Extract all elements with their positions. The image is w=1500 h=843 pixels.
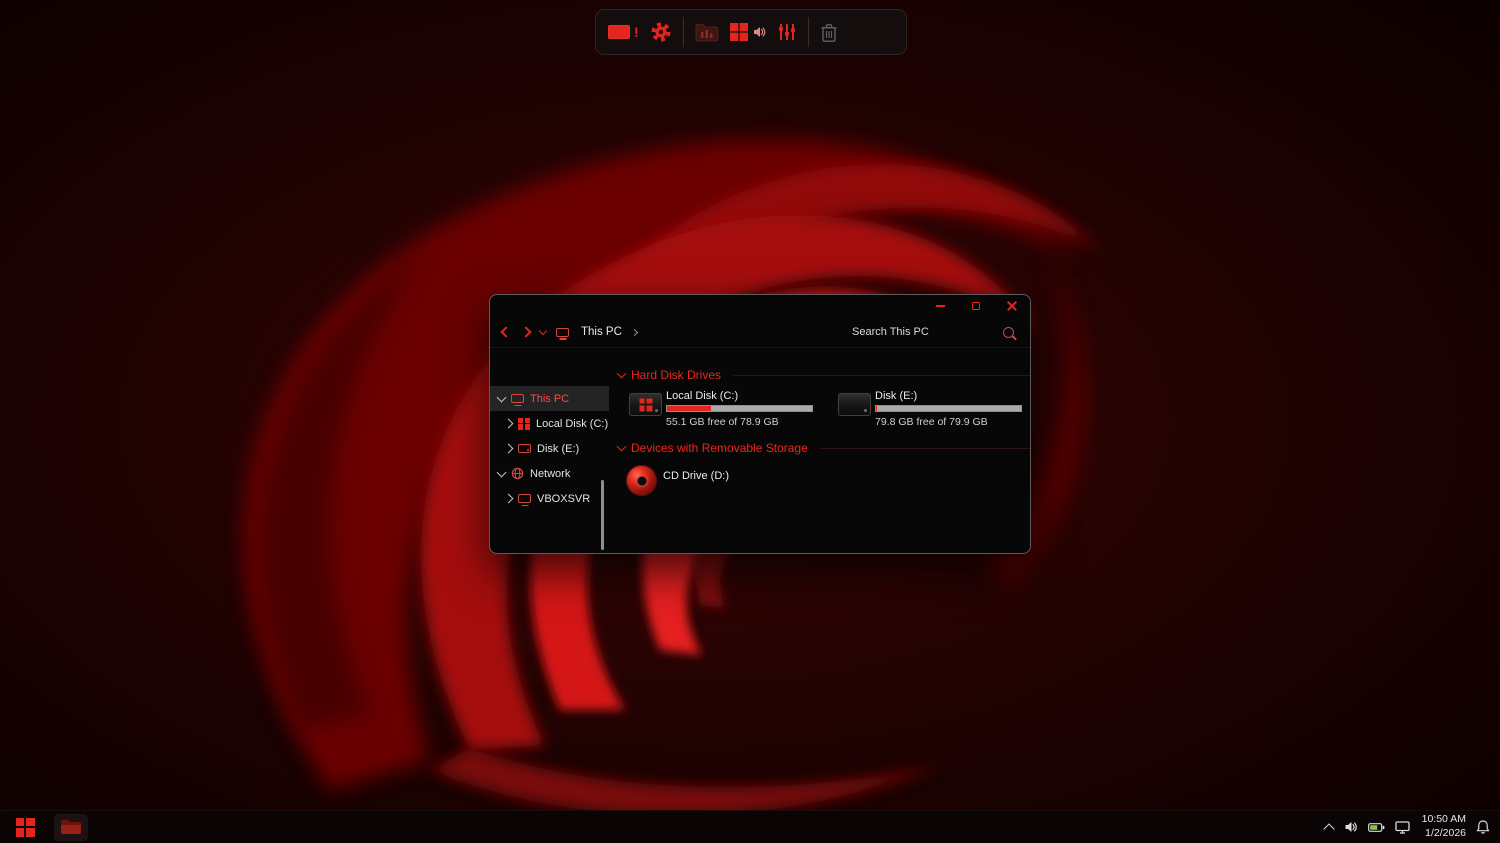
network-display-icon[interactable] [1395,821,1410,834]
hard-drive-icon [838,393,871,416]
equalizer-icon [777,22,797,42]
drive-name: CD Drive (D:) [663,470,729,496]
recycle-bin-icon [820,22,838,43]
drive-free-space: 55.1 GB free of 78.9 GB [666,416,813,428]
back-button[interactable] [500,326,511,337]
alert-glyph: ! [634,24,639,40]
windows-flag-icon [730,23,748,41]
toolbar-divider [683,17,684,47]
chevron-right-icon[interactable] [504,419,514,429]
maximize-button[interactable] [958,296,994,316]
network-globe-icon [511,467,524,480]
minimize-icon [936,305,945,307]
monitor-icon [518,494,531,503]
monitor-icon [511,394,524,403]
sidebar-item-network[interactable]: Network [490,461,609,486]
clock[interactable]: 10:50 AM 1/2/2026 [1422,813,1466,840]
file-explorer-icon [60,819,82,836]
recent-locations-dropdown[interactable] [539,326,547,334]
drive-item-e[interactable]: Disk (E:) 79.8 GB free of 79.9 GB [838,390,1031,428]
hard-drive-windows-icon [629,393,662,416]
section-header-removable-storage[interactable]: Devices with Removable Storage [618,441,1031,455]
section-divider [733,375,1031,376]
section-header-hard-disk-drives[interactable]: Hard Disk Drives [618,368,1031,382]
section-title: Hard Disk Drives [631,368,721,382]
sidebar-item-this-pc[interactable]: This PC [490,386,609,411]
sidebar-item-label: Disk (E:) [537,443,579,455]
title-bar[interactable] [490,295,1030,317]
sidebar-item-label: Local Disk (C:) [536,418,608,430]
drive-name: Local Disk (C:) [666,390,813,402]
cd-drive-item[interactable]: CD Drive (D:) [626,465,1031,496]
clock-time: 10:50 AM [1422,813,1466,827]
folder-stats-icon [695,23,719,42]
clock-date: 1/2/2026 [1422,827,1466,841]
settings-button[interactable] [650,21,672,43]
capacity-bar [666,405,813,412]
windows-start-icon [16,818,35,837]
recycle-bin-button[interactable] [820,22,838,43]
drive-icon [518,444,531,453]
hidden-icons-chevron-icon[interactable] [1323,823,1334,834]
volume-icon[interactable] [1343,820,1358,834]
cd-drive-icon [626,465,657,496]
this-pc-icon [556,328,569,337]
close-icon [1007,301,1017,311]
drive-free-space: 79.8 GB free of 79.9 GB [875,416,1022,428]
chevron-down-icon[interactable] [497,468,507,478]
folder-stats-button[interactable] [695,23,719,42]
maximize-icon [972,302,980,310]
navigation-bar: This PC Search This PC [490,317,1030,348]
desktop: ! [0,0,1500,843]
close-button[interactable] [994,296,1030,316]
sidebar-scrollbar[interactable] [601,480,604,550]
notification-bell-icon[interactable] [1476,819,1490,835]
toolbar-divider [808,17,809,47]
display-button[interactable]: ! [608,24,639,40]
chevron-right-icon[interactable] [504,494,514,504]
sidebar-item-label: Network [530,468,570,480]
sidebar-item-label: VBOXSVR [537,493,590,505]
sidebar-item-local-disk-c[interactable]: Local Disk (C:) [490,411,609,436]
windows-drive-icon [518,418,530,430]
sidebar-item-vboxsvr[interactable]: VBOXSVR [490,486,609,511]
drive-list: Local Disk (C:) 55.1 GB free of 78.9 GB … [618,390,1031,428]
breadcrumb-chevron-icon[interactable] [631,328,638,335]
window-body: This PC Local Disk (C:) Disk (E:) [490,348,1030,553]
sidebar-item-label: This PC [530,393,569,405]
navigation-pane: This PC Local Disk (C:) Disk (E:) [490,348,609,553]
chevron-down-icon [617,369,627,379]
system-tray: 10:50 AM 1/2/2026 [1325,813,1490,840]
search-icon[interactable] [1003,327,1014,338]
file-explorer-window: This PC Search This PC This PC Local Dis… [489,294,1031,554]
capacity-bar-fill [876,406,877,411]
drive-item-c[interactable]: Local Disk (C:) 55.1 GB free of 78.9 GB [629,390,827,428]
search-input[interactable]: Search This PC [852,326,929,338]
start-button[interactable] [10,814,40,841]
capacity-bar-fill [667,406,711,411]
taskbar: 10:50 AM 1/2/2026 [0,810,1500,843]
display-icon [608,25,630,39]
drive-name: Disk (E:) [875,390,1022,402]
section-title: Devices with Removable Storage [631,441,808,455]
equalizer-button[interactable] [777,22,797,42]
chevron-right-icon[interactable] [504,444,514,454]
chevron-down-icon [617,442,627,452]
content-pane: Hard Disk Drives Local Disk (C:) [609,348,1031,553]
minimize-button[interactable] [922,296,958,316]
windows-audio-button[interactable] [730,23,766,41]
taskbar-file-explorer-button[interactable] [54,814,88,841]
chevron-down-icon[interactable] [497,393,507,403]
sidebar-item-disk-e[interactable]: Disk (E:) [490,436,609,461]
breadcrumb[interactable]: This PC [581,326,622,338]
capacity-bar [875,405,1022,412]
forward-button[interactable] [520,326,531,337]
battery-icon[interactable] [1368,822,1385,833]
settings-gear-icon [650,21,672,43]
top-toolbar: ! [595,9,907,55]
section-divider [820,448,1031,449]
volume-icon [752,25,766,39]
search-box[interactable]: Search This PC [852,326,1020,338]
